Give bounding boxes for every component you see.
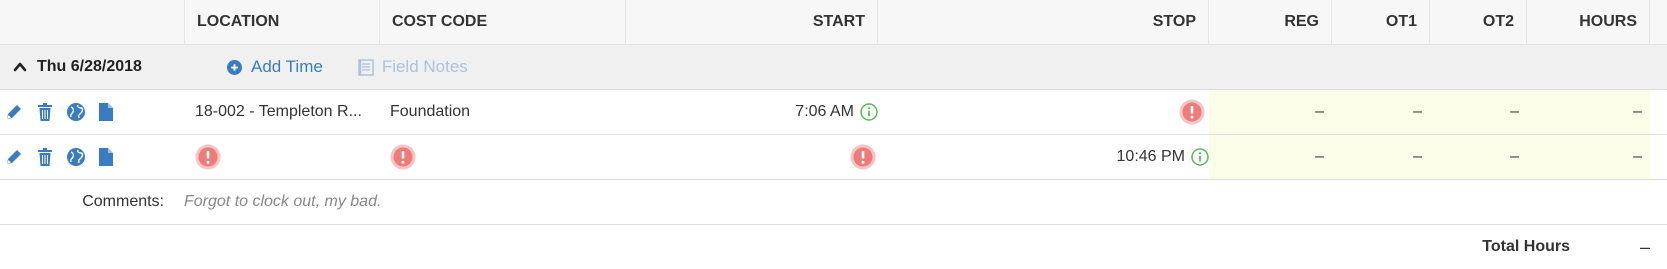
table-row: 10:46 PM – – – – (0, 135, 1667, 180)
ot2-cell: – (1430, 135, 1527, 179)
ot2-cell: – (1430, 90, 1527, 134)
day-toggle[interactable]: Thu 6/28/2018 (0, 58, 213, 76)
total-hours-value: – (1639, 236, 1650, 257)
error-icon[interactable] (390, 144, 416, 170)
field-notes-label: Field Notes (381, 57, 468, 76)
day-label: Thu 6/28/2018 (37, 58, 142, 75)
comments-row: Comments: Forgot to clock out, my bad. (0, 180, 1667, 225)
add-time-label: Add Time (251, 57, 323, 76)
error-icon[interactable] (850, 144, 876, 170)
cost-code-cell[interactable] (380, 135, 626, 179)
day-group-header: Thu 6/28/2018 Add Time Field Notes (0, 45, 1667, 90)
header-ot2: OT2 (1430, 0, 1527, 44)
error-icon[interactable] (1179, 99, 1205, 125)
reg-cell: – (1209, 90, 1332, 134)
comments-text[interactable]: Forgot to clock out, my bad. (174, 193, 381, 211)
header-actions (0, 0, 185, 44)
header-spacer (1650, 0, 1667, 44)
header-stop: STOP (878, 0, 1209, 44)
comments-label: Comments: (82, 193, 164, 210)
row-actions (0, 90, 185, 134)
ot1-cell: – (1332, 135, 1430, 179)
stop-cell[interactable] (878, 90, 1209, 134)
info-icon[interactable] (860, 103, 878, 121)
ot1-cell: – (1332, 90, 1430, 134)
header-reg: REG (1209, 0, 1332, 44)
reg-cell: – (1209, 135, 1332, 179)
stop-time: 10:46 PM (1116, 148, 1185, 165)
edit-icon[interactable] (4, 102, 24, 122)
header-ot1: OT1 (1332, 0, 1430, 44)
chevron-up-icon (13, 62, 27, 72)
row-actions (0, 135, 185, 179)
info-icon[interactable] (1191, 148, 1209, 166)
field-notes-button[interactable]: Field Notes (358, 57, 468, 77)
notes-icon (358, 58, 374, 76)
header-location: LOCATION (185, 0, 380, 44)
delete-icon[interactable] (35, 102, 55, 122)
row-spacer (1650, 90, 1667, 134)
document-icon[interactable] (97, 147, 115, 167)
edit-icon[interactable] (4, 147, 24, 167)
error-icon[interactable] (195, 144, 221, 170)
location-cell[interactable] (185, 135, 380, 179)
header-hours: HOURS (1527, 0, 1650, 44)
table-header: LOCATION COST CODE START STOP REG OT1 OT… (0, 0, 1667, 45)
stop-cell[interactable]: 10:46 PM (878, 135, 1209, 179)
start-cell[interactable]: 7:06 AM (626, 90, 878, 134)
hours-cell: – (1527, 90, 1650, 134)
globe-icon[interactable] (66, 102, 86, 122)
globe-icon[interactable] (66, 147, 86, 167)
start-time: 7:06 AM (795, 103, 854, 120)
total-hours-row: Total Hours – (0, 225, 1667, 269)
header-cost-code: COST CODE (380, 0, 626, 44)
delete-icon[interactable] (35, 147, 55, 167)
document-icon[interactable] (97, 102, 115, 122)
header-start: START (626, 0, 878, 44)
total-hours-label: Total Hours (1482, 238, 1570, 255)
row-spacer (1650, 135, 1667, 179)
add-time-button[interactable]: Add Time (227, 57, 323, 77)
hours-cell: – (1527, 135, 1650, 179)
start-cell[interactable] (626, 135, 878, 179)
plus-circle-icon (227, 59, 242, 75)
location-cell[interactable]: 18-002 - Templeton R... (185, 90, 380, 134)
table-row: 18-002 - Templeton R... Foundation 7:06 … (0, 90, 1667, 135)
cost-code-cell[interactable]: Foundation (380, 90, 626, 134)
